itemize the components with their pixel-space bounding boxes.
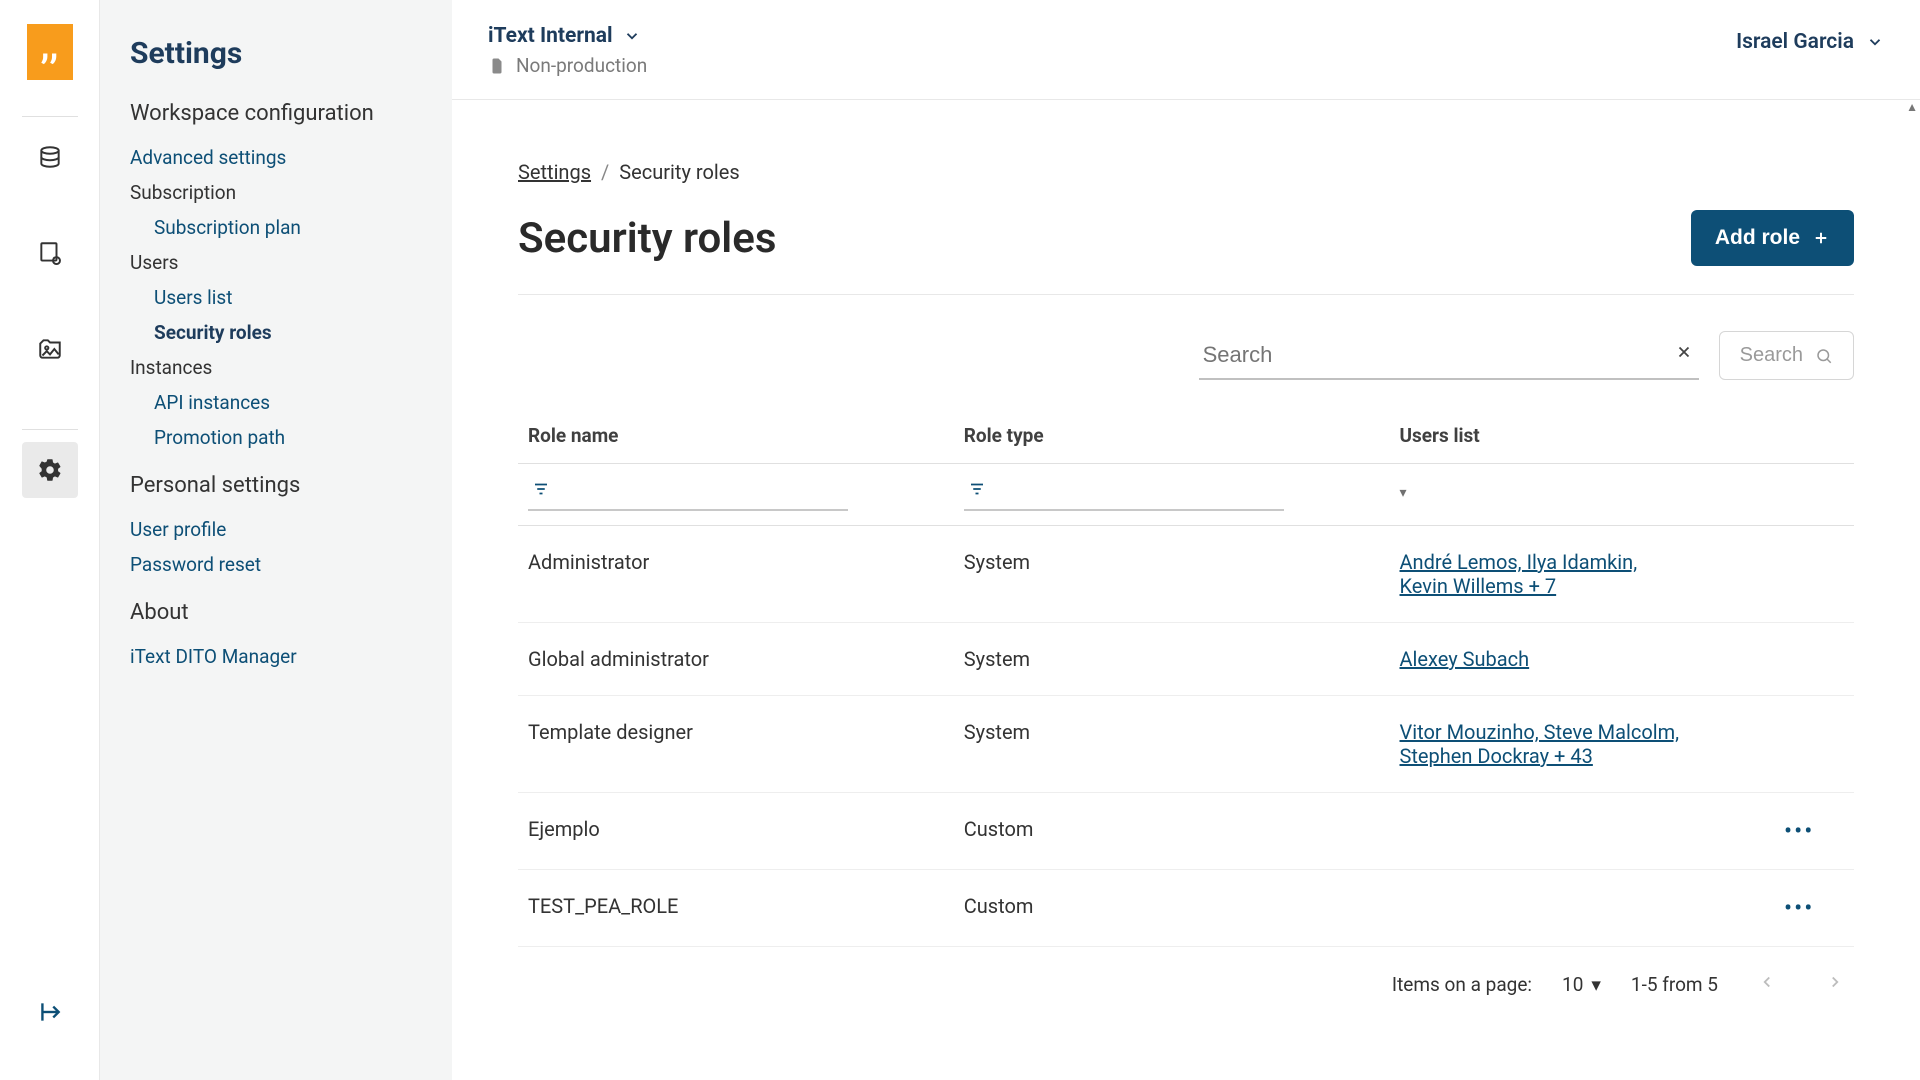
main-area: iText Internal Non-production Israel Gar… xyxy=(452,0,1920,1080)
row-actions-menu[interactable]: ••• xyxy=(1784,894,1814,922)
page-prev-button[interactable] xyxy=(1748,967,1786,1002)
search-input[interactable] xyxy=(1199,332,1699,380)
col-users-list[interactable]: Users list xyxy=(1390,408,1775,464)
cell-role-type: System xyxy=(954,623,1390,696)
users-filter-dropdown[interactable]: ▾ xyxy=(1400,485,1407,501)
sidebar-group-subscription: Subscription xyxy=(130,175,428,210)
roles-table: Role name Role type Users list xyxy=(518,408,1854,947)
cell-role-type: System xyxy=(954,526,1390,623)
environment-label: Non-production xyxy=(488,54,647,77)
filter-role-name-input[interactable] xyxy=(528,472,848,511)
users-link[interactable]: André Lemos, Ilya Idamkin, Kevin Willems… xyxy=(1400,550,1680,598)
cell-actions: ••• xyxy=(1774,870,1854,947)
filter-icon xyxy=(532,480,550,502)
nav-rail: ,, xyxy=(0,0,100,1080)
cell-role-type: System xyxy=(954,696,1390,793)
cell-role-type: Custom xyxy=(954,870,1390,947)
top-header: iText Internal Non-production Israel Gar… xyxy=(452,0,1920,100)
workspace-name: iText Internal xyxy=(488,24,613,48)
rail-divider xyxy=(22,116,78,117)
cell-actions xyxy=(1774,526,1854,623)
sidebar-group-instances: Instances xyxy=(130,350,428,385)
sidebar-link-advanced[interactable]: Advanced settings xyxy=(130,140,428,175)
sidebar-section-workspace: Workspace configuration xyxy=(130,101,428,126)
search-field xyxy=(1199,332,1699,380)
cell-users: André Lemos, Ilya Idamkin, Kevin Willems… xyxy=(1390,526,1775,623)
nav-config-icon[interactable] xyxy=(22,225,78,281)
nav-data-icon[interactable] xyxy=(22,129,78,185)
users-link[interactable]: Vitor Mouzinho, Steve Malcolm, Stephen D… xyxy=(1400,720,1680,768)
sidebar-title: Settings xyxy=(130,36,428,71)
sidebar-link-subscription-plan[interactable]: Subscription plan xyxy=(130,210,428,245)
sidebar-link-password-reset[interactable]: Password reset xyxy=(130,547,428,582)
search-button[interactable]: Search xyxy=(1719,331,1854,380)
cell-role-type: Custom xyxy=(954,793,1390,870)
rail-divider xyxy=(22,429,78,430)
workspace-switcher[interactable]: iText Internal xyxy=(488,24,647,48)
cell-role-name: Template designer xyxy=(518,696,954,793)
nav-settings-icon[interactable] xyxy=(22,442,78,498)
table-row[interactable]: Template designerSystemVitor Mouzinho, S… xyxy=(518,696,1854,793)
sidebar-section-about: About xyxy=(130,600,428,625)
page-size-select[interactable]: 10 ▾ xyxy=(1562,973,1601,996)
content-card: Settings / Security roles Security roles… xyxy=(488,120,1884,1032)
breadcrumb-current: Security roles xyxy=(619,160,739,184)
cell-role-name: Ejemplo xyxy=(518,793,954,870)
sidebar-link-users-list[interactable]: Users list xyxy=(130,280,428,315)
table-row[interactable]: TEST_PEA_ROLECustom ••• xyxy=(518,870,1854,947)
pagination-range: 1-5 from 5 xyxy=(1631,973,1718,996)
pagination: Items on a page: 10 ▾ 1-5 from 5 xyxy=(518,967,1854,1002)
user-menu[interactable]: Israel Garcia xyxy=(1736,30,1884,54)
items-per-page-label: Items on a page: xyxy=(1392,973,1532,996)
user-name: Israel Garcia xyxy=(1736,30,1854,54)
caret-down-icon: ▾ xyxy=(1591,973,1601,996)
sidebar-link-user-profile[interactable]: User profile xyxy=(130,512,428,547)
table-row[interactable]: AdministratorSystemAndré Lemos, Ilya Ida… xyxy=(518,526,1854,623)
cell-users xyxy=(1390,793,1775,870)
cell-role-name: TEST_PEA_ROLE xyxy=(518,870,954,947)
cell-role-name: Global administrator xyxy=(518,623,954,696)
sidebar-link-promotion-path[interactable]: Promotion path xyxy=(130,420,428,455)
sidebar-link-about[interactable]: iText DITO Manager xyxy=(130,639,428,674)
cell-actions: ••• xyxy=(1774,793,1854,870)
nav-media-icon[interactable] xyxy=(22,321,78,377)
page-next-button[interactable] xyxy=(1816,967,1854,1002)
chevron-down-icon xyxy=(623,27,641,45)
page-title: Security roles xyxy=(518,214,776,263)
sidebar-section-personal: Personal settings xyxy=(130,473,428,498)
breadcrumb-separator: / xyxy=(601,160,609,184)
table-row[interactable]: EjemploCustom ••• xyxy=(518,793,1854,870)
cell-role-name: Administrator xyxy=(518,526,954,623)
search-clear-icon[interactable] xyxy=(1675,342,1693,366)
filter-role-type-input[interactable] xyxy=(964,472,1284,511)
cell-users xyxy=(1390,870,1775,947)
search-icon xyxy=(1815,347,1833,365)
plus-icon xyxy=(1812,229,1830,247)
cell-actions xyxy=(1774,623,1854,696)
chevron-down-icon xyxy=(1866,33,1884,51)
sidebar-link-api-instances[interactable]: API instances xyxy=(130,385,428,420)
cell-users: Alexey Subach xyxy=(1390,623,1775,696)
col-role-name[interactable]: Role name xyxy=(518,408,954,464)
col-role-type[interactable]: Role type xyxy=(954,408,1390,464)
file-icon xyxy=(488,57,506,75)
filter-row: ▾ xyxy=(518,464,1854,526)
settings-sidebar: Settings Workspace configuration Advance… xyxy=(100,0,452,1080)
app-logo: ,, xyxy=(17,24,83,80)
add-role-button[interactable]: Add role xyxy=(1691,210,1854,266)
filter-icon xyxy=(968,480,986,502)
cell-users: Vitor Mouzinho, Steve Malcolm, Stephen D… xyxy=(1390,696,1775,793)
sidebar-link-security-roles[interactable]: Security roles xyxy=(130,315,428,350)
breadcrumb: Settings / Security roles xyxy=(518,160,1854,184)
breadcrumb-root[interactable]: Settings xyxy=(518,160,591,184)
table-row[interactable]: Global administratorSystem Alexey Subach xyxy=(518,623,1854,696)
row-actions-menu[interactable]: ••• xyxy=(1784,817,1814,845)
cell-actions xyxy=(1774,696,1854,793)
users-link[interactable]: Alexey Subach xyxy=(1400,647,1530,671)
nav-exit-icon[interactable] xyxy=(22,984,78,1040)
sidebar-group-users: Users xyxy=(130,245,428,280)
